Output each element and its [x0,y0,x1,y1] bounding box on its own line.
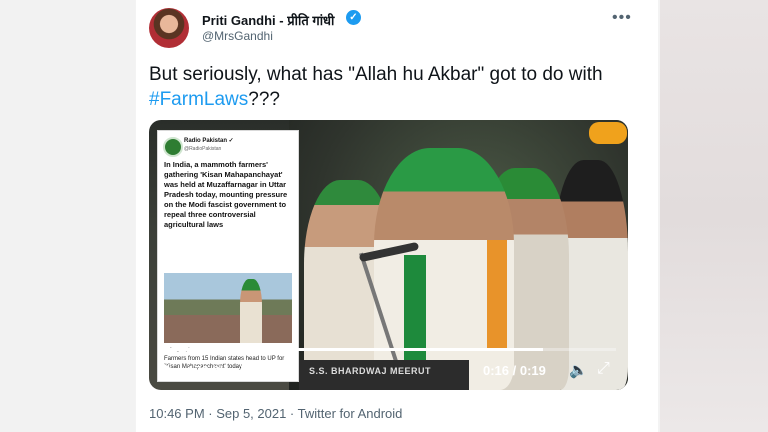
embedded-account-handle: @RadioPakistan [184,146,222,152]
tweet-card: Priti Gandhi - प्रीति गांधी ✓ @MrsGandhi… [136,0,658,432]
avatar[interactable] [149,8,189,48]
orange-scarf [487,240,507,350]
progress-fill [161,348,544,351]
tweet-text-body: But seriously, what has "Allah hu Akbar"… [149,64,603,85]
progress-bar[interactable] [161,348,616,351]
verified-badge-icon: ✓ [346,10,361,25]
tweet-meta[interactable]: 10:46 PM · Sep 5, 2021 · Twitter for And… [149,406,402,421]
embedded-photo-person [240,279,262,343]
background-right [660,0,768,432]
fullscreen-icon[interactable]: ⤢ [597,360,610,378]
author-handle[interactable]: @MrsGandhi [202,29,273,43]
author-name[interactable]: Priti Gandhi - प्रीति गांधी [202,11,334,29]
channel-logo [589,122,627,144]
embedded-tweet-screenshot: Radio Pakistan ✓ @RadioPakistan In India… [157,130,299,382]
embedded-photo [164,273,292,343]
video-time: 0:16 / 0:19 [483,363,546,378]
background-left [0,0,135,432]
view-count: 173.8K views [187,363,268,378]
hashtag-link[interactable]: #FarmLaws [149,89,248,110]
play-icon[interactable] [163,363,174,377]
more-icon[interactable]: ••• [612,9,632,27]
tweet-text-tail: ??? [248,89,280,110]
video-player[interactable]: S.S. BHARDWAJ MEERUT Radio Pakistan ✓ @R… [149,120,628,390]
embedded-tweet-text: In India, a mammoth farmers' gathering '… [164,160,288,229]
volume-icon[interactable]: 🔈 [569,361,588,379]
podium-sign: S.S. BHARDWAJ MEERUT [309,366,432,376]
embedded-account-name: Radio Pakistan ✓ [184,138,234,144]
tweet-text: But seriously, what has "Allah hu Akbar"… [149,62,644,112]
radio-pakistan-logo [163,137,183,157]
